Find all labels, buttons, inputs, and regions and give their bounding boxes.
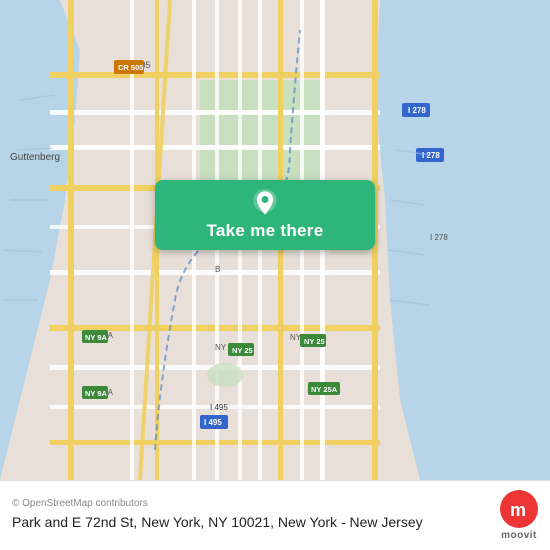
svg-text:I 495: I 495	[204, 418, 222, 427]
svg-text:m: m	[510, 500, 526, 520]
take-me-there-label: Take me there	[207, 221, 324, 241]
svg-text:NY 25A: NY 25A	[311, 385, 338, 394]
svg-text:I 278: I 278	[422, 151, 440, 160]
info-text-block: © OpenStreetMap contributors Park and E …	[12, 498, 490, 533]
moovit-m-icon: m	[507, 497, 531, 521]
map-attribution: © OpenStreetMap contributors	[12, 498, 490, 509]
svg-text:NY 25: NY 25	[232, 346, 253, 355]
svg-text:B: B	[215, 265, 220, 274]
svg-text:I 278: I 278	[430, 233, 448, 242]
moovit-logo: m moovit	[500, 490, 538, 541]
moovit-icon: m	[500, 490, 538, 528]
location-pin-icon	[251, 189, 279, 217]
svg-text:NY 25: NY 25	[304, 337, 325, 346]
moovit-text: moovit	[501, 530, 537, 541]
svg-text:I 495: I 495	[210, 403, 228, 412]
take-me-there-button[interactable]: Take me there	[155, 180, 375, 250]
svg-text:NY 9A: NY 9A	[85, 333, 108, 342]
svg-text:CR 505: CR 505	[118, 63, 143, 72]
location-name: Park and E 72nd St, New York, NY 10021, …	[12, 513, 490, 533]
svg-text:NY 9A: NY 9A	[85, 389, 108, 398]
info-bar: © OpenStreetMap contributors Park and E …	[0, 480, 550, 550]
svg-text:I 278: I 278	[408, 106, 426, 115]
map-container: CR 505 NY 9A NY 9A I 495 NY 25 NY 25 NY …	[0, 0, 550, 480]
svg-text:Guttenberg: Guttenberg	[10, 152, 60, 163]
